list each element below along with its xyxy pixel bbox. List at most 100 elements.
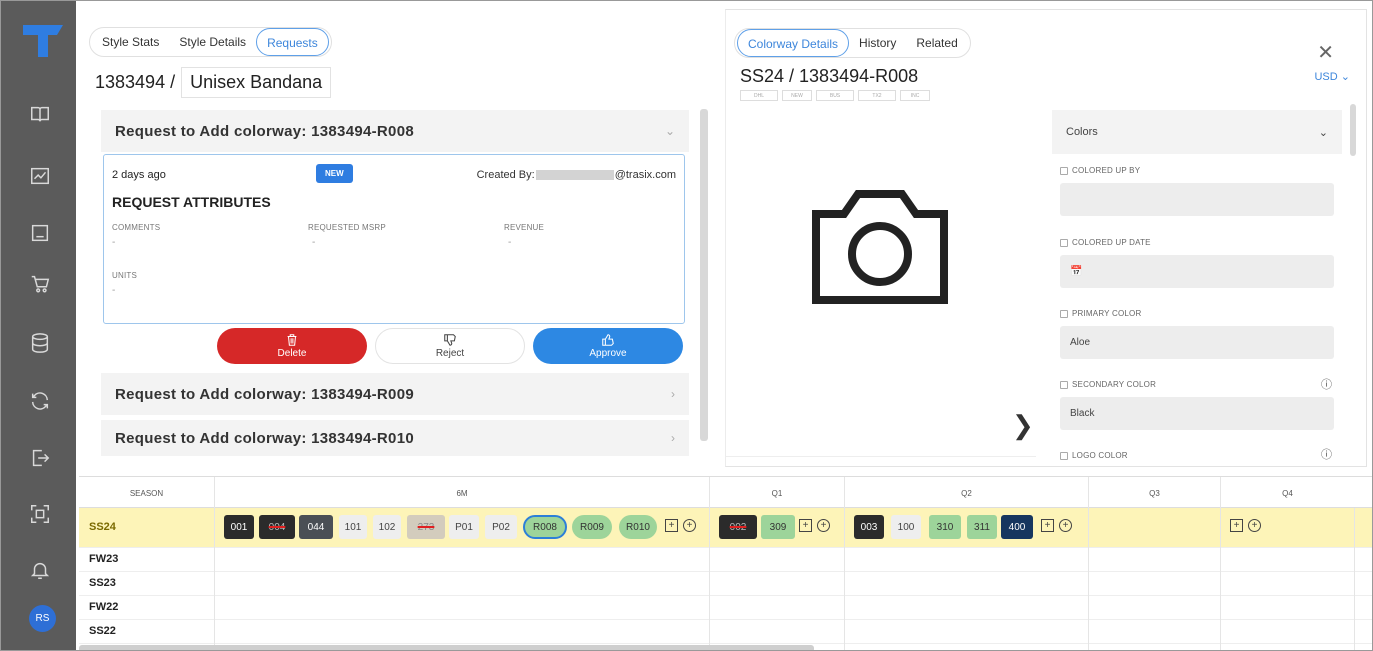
approve-button[interactable]: Approve bbox=[533, 328, 683, 364]
chevron-right-icon[interactable]: ❯ bbox=[1012, 410, 1034, 441]
info-icon[interactable]: ⓘ bbox=[1321, 376, 1332, 392]
close-icon[interactable]: ✕ bbox=[1317, 40, 1334, 65]
revenue-label: REVENUE bbox=[504, 223, 545, 232]
add-circle-icon[interactable]: + bbox=[1059, 519, 1072, 532]
export-icon[interactable] bbox=[27, 445, 53, 471]
trash-icon bbox=[287, 334, 297, 346]
table-row-ss22[interactable]: SS22 bbox=[79, 620, 1372, 644]
primary-color-input[interactable]: Aloe bbox=[1060, 326, 1334, 359]
colorway-badge[interactable]: 310 bbox=[929, 515, 961, 539]
chevron-right-icon[interactable]: › bbox=[671, 387, 675, 401]
tab-requests[interactable]: Requests bbox=[256, 28, 329, 56]
style-name-field[interactable]: Unisex Bandana bbox=[181, 67, 332, 98]
request-title: Request to Add colorway: 1383494-R009 bbox=[115, 385, 414, 403]
header-q4: Q4 bbox=[1220, 477, 1354, 509]
request-header-r010[interactable]: Request to Add colorway: 1383494-R010 › bbox=[101, 420, 689, 456]
colorway-badge[interactable]: P01 bbox=[449, 515, 479, 539]
units-value: - bbox=[112, 285, 116, 296]
bell-icon[interactable] bbox=[27, 557, 53, 583]
checkbox[interactable] bbox=[1060, 309, 1068, 318]
colorway-badge[interactable]: 273 bbox=[407, 515, 445, 539]
secondary-color-input[interactable]: Black bbox=[1060, 397, 1334, 430]
chip: TX2 bbox=[858, 90, 896, 101]
add-circle-icon[interactable]: + bbox=[817, 519, 830, 532]
sidebar-rail: RS bbox=[1, 1, 76, 650]
style-title: 1383494 / Unisex Bandana bbox=[95, 67, 332, 98]
table-row-ss23[interactable]: SS23 bbox=[79, 572, 1372, 596]
database-icon[interactable] bbox=[27, 330, 53, 356]
reject-button[interactable]: Reject bbox=[375, 328, 525, 364]
tab-style-stats[interactable]: Style Stats bbox=[92, 28, 169, 56]
checkbox[interactable] bbox=[1060, 380, 1068, 389]
colorway-badge[interactable]: 044 bbox=[299, 515, 333, 539]
colorway-badge[interactable]: 001 bbox=[224, 515, 254, 539]
table-row-fw23[interactable]: FW23 bbox=[79, 548, 1372, 572]
delete-label: Delete bbox=[277, 348, 307, 359]
column-divider bbox=[1220, 508, 1221, 650]
created-by-label: Created By: bbox=[476, 169, 535, 181]
request-header-r008[interactable]: Request to Add colorway: 1383494-R008 ⌄ bbox=[101, 110, 689, 152]
checkbox[interactable] bbox=[1060, 238, 1068, 247]
colorway-badge-selected[interactable]: R008 bbox=[523, 515, 567, 539]
table-row-ss24[interactable]: SS24 001 004 044 101 102 273 P01 P02 R00… bbox=[79, 508, 1372, 548]
tab-style-details[interactable]: Style Details bbox=[169, 28, 256, 56]
info-icon[interactable]: ⓘ bbox=[1321, 446, 1332, 462]
analytics-icon[interactable] bbox=[27, 163, 53, 189]
checkbox[interactable] bbox=[1060, 451, 1068, 460]
colorway-badge[interactable]: 102 bbox=[373, 515, 401, 539]
calendar-icon[interactable]: 📅 bbox=[1070, 266, 1082, 277]
header-season: SEASON bbox=[129, 488, 164, 498]
chevron-down-icon[interactable]: ⌄ bbox=[665, 124, 675, 138]
tab-history[interactable]: History bbox=[849, 29, 906, 57]
camera-icon[interactable] bbox=[810, 188, 950, 306]
left-scrollbar[interactable] bbox=[700, 109, 708, 441]
sync-icon[interactable] bbox=[27, 388, 53, 414]
colors-header[interactable]: Colors ⌄ bbox=[1052, 110, 1342, 154]
colored-up-date-input[interactable]: 📅 bbox=[1060, 255, 1334, 288]
add-circle-icon[interactable]: + bbox=[683, 519, 696, 532]
colorway-badge[interactable]: 101 bbox=[339, 515, 367, 539]
delete-button[interactable]: Delete bbox=[217, 328, 367, 364]
colorway-badge[interactable]: 004 bbox=[259, 515, 295, 539]
add-box-icon[interactable]: + bbox=[1230, 519, 1243, 532]
add-circle-icon[interactable]: + bbox=[1248, 519, 1261, 532]
app-logo[interactable] bbox=[21, 23, 65, 59]
colorway-badge[interactable]: 311 bbox=[967, 515, 997, 539]
scan-icon[interactable] bbox=[27, 501, 53, 527]
column-divider bbox=[214, 508, 215, 650]
cart-icon[interactable] bbox=[27, 271, 53, 297]
add-box-icon[interactable]: + bbox=[1041, 519, 1054, 532]
field-label: PRIMARY COLOR bbox=[1072, 309, 1142, 318]
add-box-icon[interactable]: + bbox=[665, 519, 678, 532]
checkbox[interactable] bbox=[1060, 166, 1068, 175]
add-box-icon[interactable]: + bbox=[799, 519, 812, 532]
colorway-badge[interactable]: 100 bbox=[891, 515, 921, 539]
colored-up-by-input[interactable] bbox=[1060, 183, 1334, 216]
msrp-value: - bbox=[312, 237, 316, 248]
colorway-badge[interactable]: 003 bbox=[854, 515, 884, 539]
right-scrollbar[interactable] bbox=[1350, 104, 1356, 156]
colorway-badge[interactable]: 002 bbox=[719, 515, 757, 539]
header-q3: Q3 bbox=[1088, 477, 1220, 509]
book-icon[interactable] bbox=[27, 101, 53, 127]
colorway-chips: DHL NEW BUS TX2 INC bbox=[740, 90, 930, 101]
tab-colorway-details[interactable]: Colorway Details bbox=[737, 29, 850, 57]
chevron-right-icon[interactable]: › bbox=[671, 431, 675, 445]
colorway-badge[interactable]: R009 bbox=[572, 515, 612, 539]
table-row-fw22[interactable]: FW22 bbox=[79, 596, 1372, 620]
colorway-badge[interactable]: R010 bbox=[619, 515, 657, 539]
chevron-down-icon[interactable]: ⌄ bbox=[1319, 126, 1328, 139]
header-q2: Q2 bbox=[844, 477, 1088, 509]
colorway-badge[interactable]: P02 bbox=[485, 515, 517, 539]
monitor-icon[interactable] bbox=[27, 220, 53, 246]
request-header-r009[interactable]: Request to Add colorway: 1383494-R009 › bbox=[101, 373, 689, 415]
colorway-badge[interactable]: 400 bbox=[1001, 515, 1033, 539]
grid-horizontal-scrollbar[interactable] bbox=[79, 645, 814, 650]
colorway-badge[interactable]: 309 bbox=[761, 515, 795, 539]
currency-selector[interactable]: USD ⌄ bbox=[1314, 70, 1350, 83]
user-avatar[interactable]: RS bbox=[29, 605, 56, 632]
tab-related[interactable]: Related bbox=[906, 29, 967, 57]
logo-color-field: LOGO COLOR bbox=[1060, 451, 1334, 460]
style-panel: Style Stats Style Details Requests 13834… bbox=[81, 9, 713, 467]
app-window: RS Style Stats Style Details Requests 13… bbox=[0, 0, 1373, 651]
